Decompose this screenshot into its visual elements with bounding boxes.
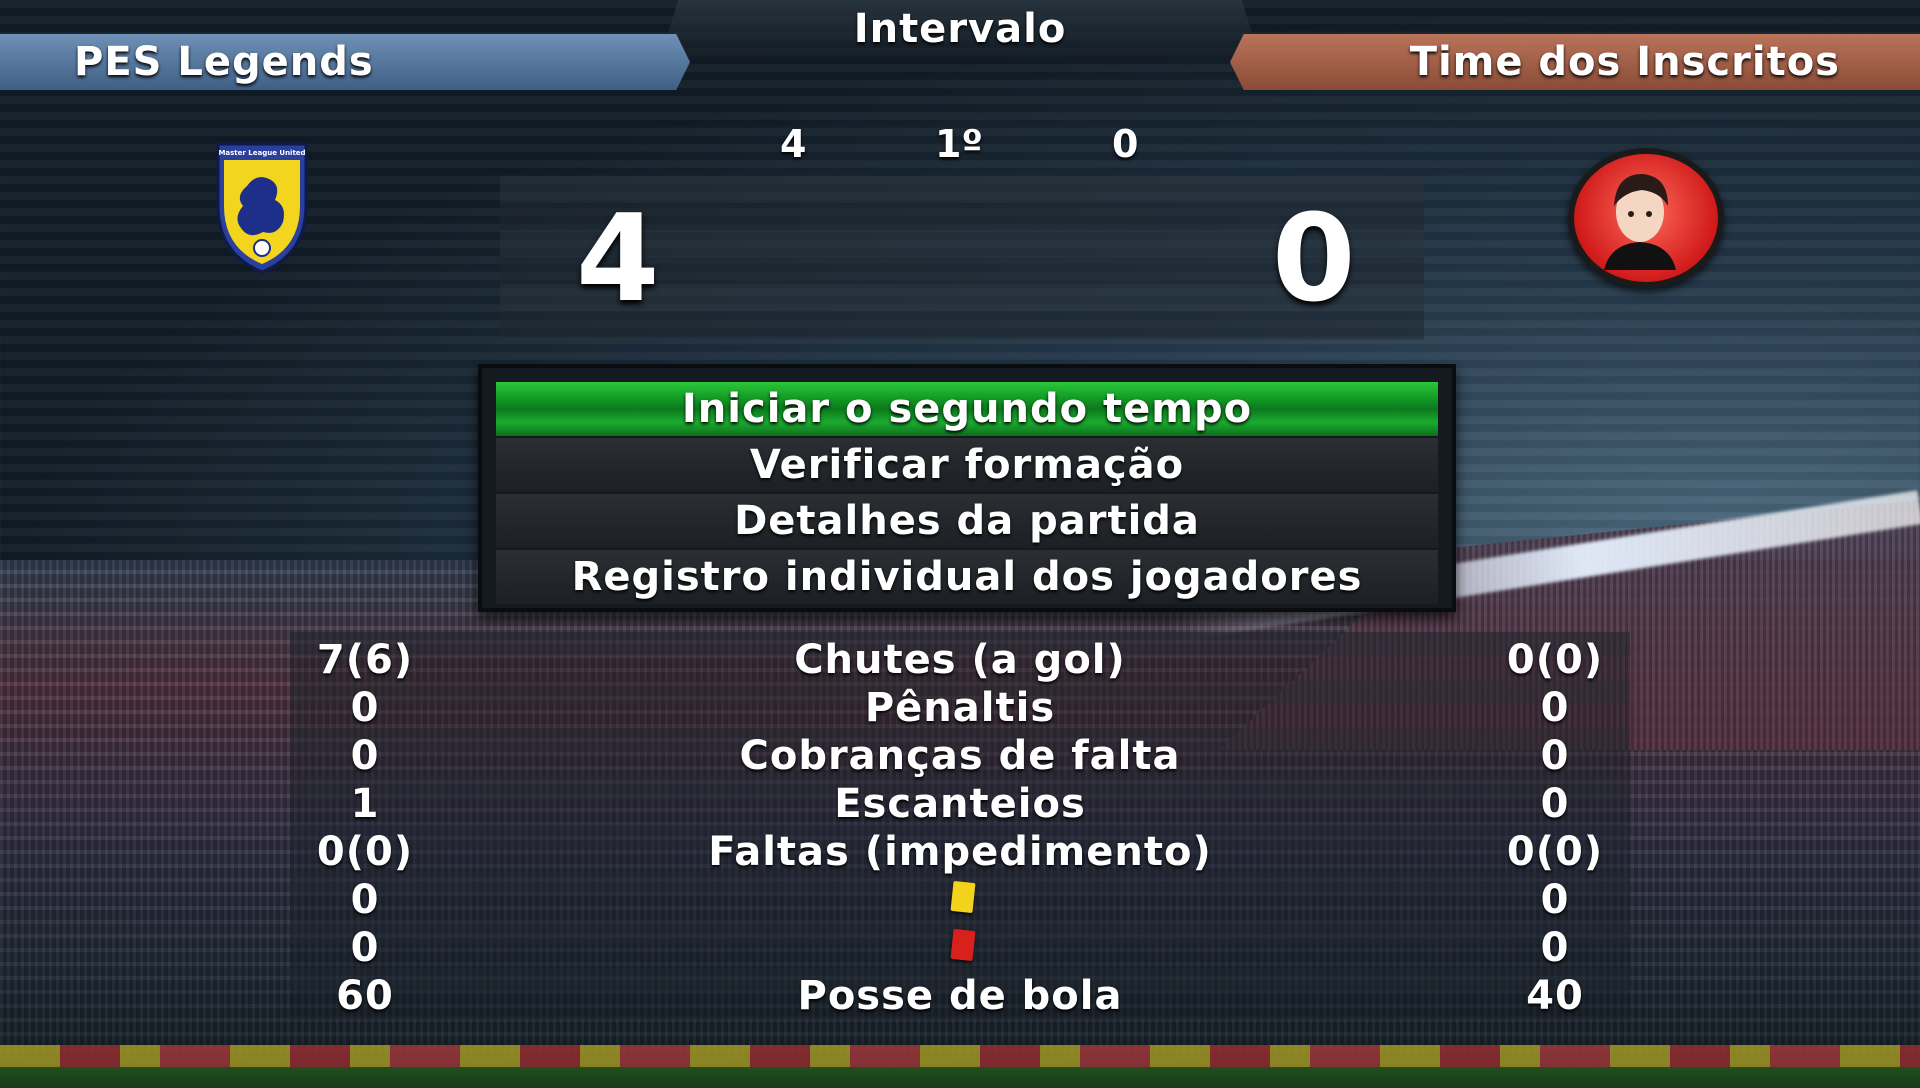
stat-home-value: 0	[350, 925, 380, 971]
away-team-avatar	[1568, 148, 1724, 288]
menu-item-check-formation[interactable]: Verificar formação	[496, 438, 1438, 492]
stat-away-value: 0	[1540, 925, 1570, 971]
menu-item-player-records[interactable]: Registro individual dos jogadores	[496, 550, 1438, 604]
stat-row-corners: 1 Escanteios 0	[0, 780, 1920, 828]
stat-label: Posse de bola	[797, 973, 1123, 1019]
stat-home-value: 7(6)	[316, 637, 414, 683]
stat-row-shots: 7(6) Chutes (a gol) 0(0)	[0, 636, 1920, 684]
stat-away-value: 0	[1540, 781, 1570, 827]
stat-label: Cobranças de falta	[739, 733, 1181, 779]
screen-title: Intervalo	[660, 0, 1260, 60]
stat-row-free-kicks: 0 Cobranças de falta 0	[0, 732, 1920, 780]
away-half-score: 0	[1112, 122, 1139, 166]
stat-away-value: 40	[1526, 973, 1584, 1019]
home-team-name: PES Legends	[74, 39, 374, 85]
stat-home-value: 60	[336, 973, 394, 1019]
stat-home-value: 1	[350, 781, 380, 827]
menu-item-match-details[interactable]: Detalhes da partida	[496, 494, 1438, 548]
player-avatar-icon	[1604, 174, 1676, 270]
away-team-name: Time dos Inscritos	[1409, 39, 1840, 85]
away-score: 0	[1272, 190, 1356, 329]
crest-text: Master League United	[218, 149, 305, 157]
stat-label: Chutes (a gol)	[794, 637, 1126, 683]
stat-home-value: 0(0)	[316, 829, 414, 875]
home-score: 4	[576, 190, 660, 329]
home-team-crest-icon: Master League United	[216, 142, 308, 274]
stat-away-value: 0	[1540, 685, 1570, 731]
stat-away-value: 0	[1540, 877, 1570, 923]
stat-row-fouls: 0(0) Faltas (impedimento) 0(0)	[0, 828, 1920, 876]
home-half-score: 4	[780, 122, 807, 166]
stat-home-value: 0	[350, 877, 380, 923]
halftime-menu: Iniciar o segundo tempo Verificar formaç…	[478, 364, 1456, 612]
stat-label: Escanteios	[834, 781, 1086, 827]
stat-label: Faltas (impedimento)	[708, 829, 1212, 875]
menu-item-start-second-half[interactable]: Iniciar o segundo tempo	[496, 382, 1438, 436]
red-card-icon	[950, 928, 976, 962]
stat-home-value: 0	[350, 733, 380, 779]
stat-row-penalties: 0 Pênaltis 0	[0, 684, 1920, 732]
period-indicator: 1º	[935, 122, 983, 166]
yellow-card-icon	[950, 880, 976, 914]
stat-away-value: 0(0)	[1506, 637, 1604, 683]
stat-home-value: 0	[350, 685, 380, 731]
stat-row-red-cards: 0 0	[0, 924, 1920, 972]
stat-row-possession: 60 Posse de bola 40	[0, 972, 1920, 1020]
stat-row-yellow-cards: 0 0	[0, 876, 1920, 924]
stat-away-value: 0(0)	[1506, 829, 1604, 875]
stat-label: Pênaltis	[864, 685, 1056, 731]
stat-away-value: 0	[1540, 733, 1570, 779]
